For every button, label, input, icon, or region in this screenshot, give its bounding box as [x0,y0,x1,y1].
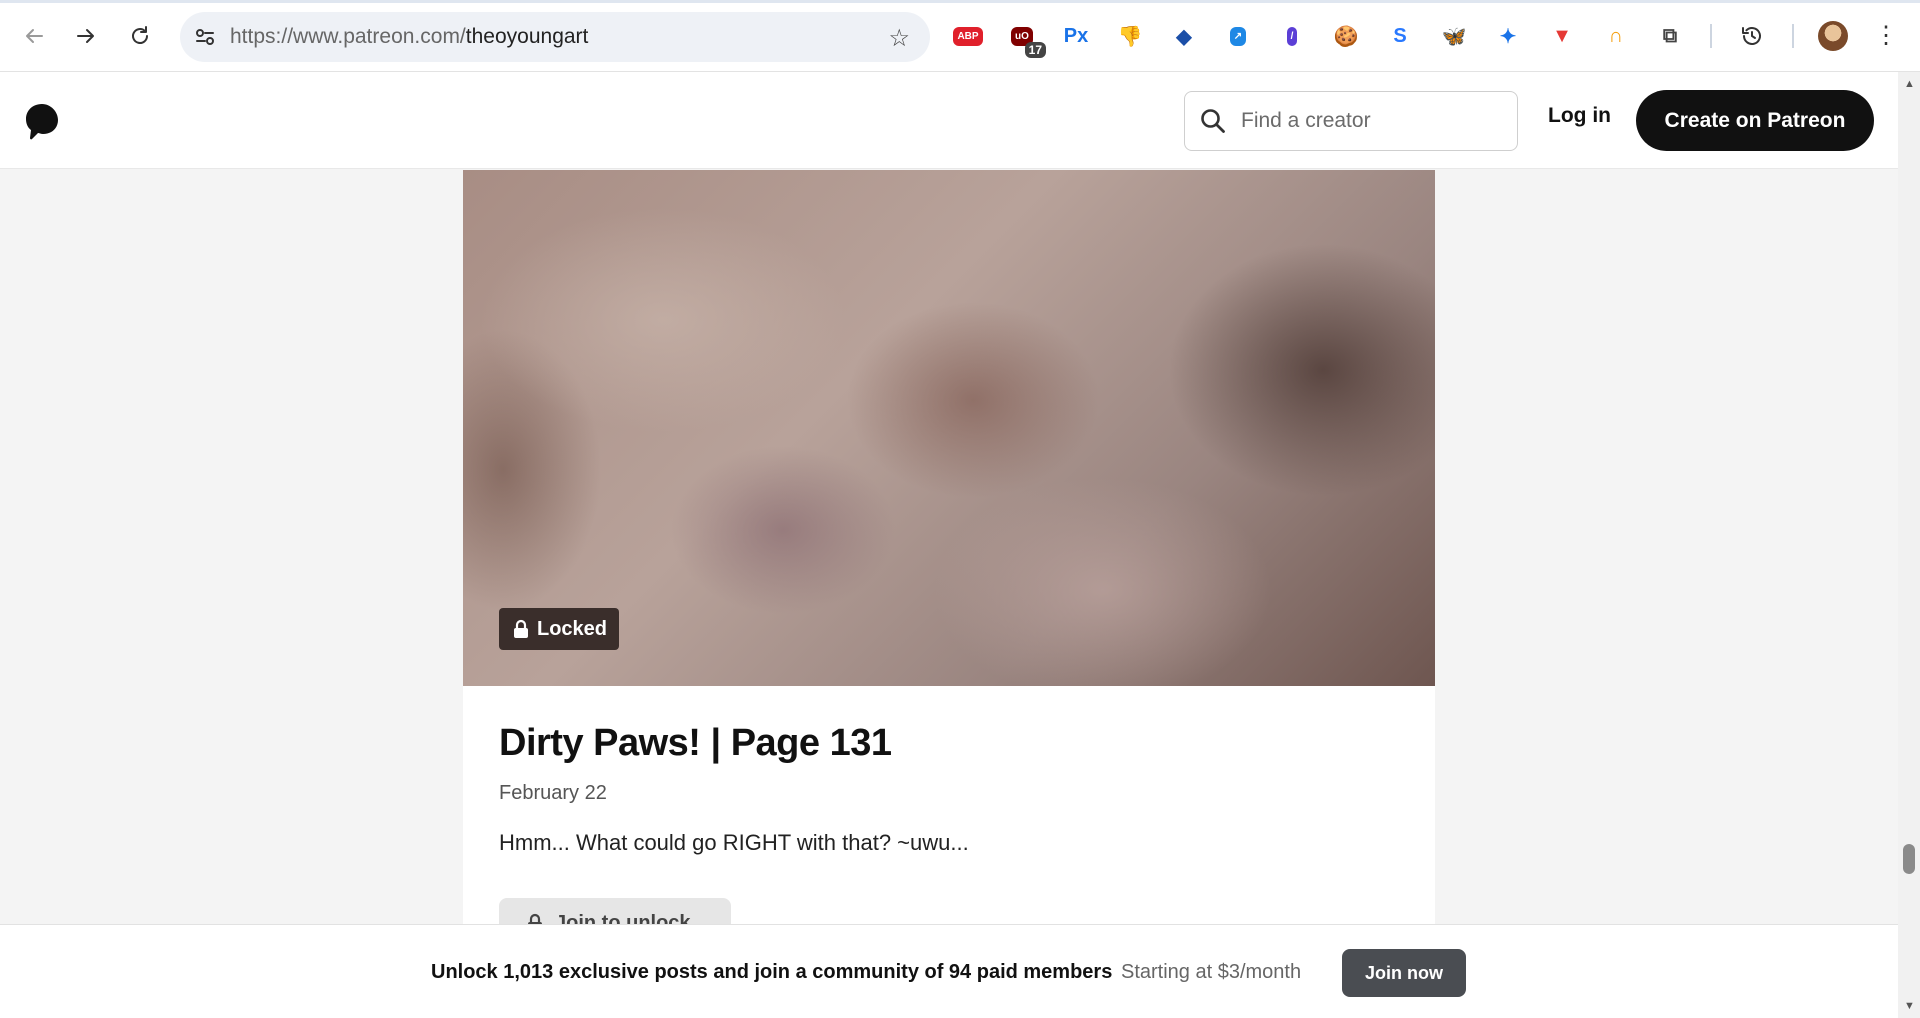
site-settings-icon[interactable] [180,12,230,62]
post-excerpt: Hmm... What could go RIGHT with that? ~u… [499,830,969,855]
forward-arrow-icon [77,29,94,43]
cookie-icon[interactable]: 🍪 [1328,18,1364,54]
butterfly-extension-glyph: ✦ [1499,25,1517,48]
login-link[interactable]: Log in [1548,104,1611,128]
arrow-extension-icon[interactable]: ↗ [1220,18,1256,54]
create-on-patreon-button[interactable]: Create on Patreon [1636,90,1874,151]
join-to-unlock-button[interactable]: Join to unlock [499,898,731,924]
join-now-button[interactable]: Join now [1342,949,1466,997]
lock-icon [514,619,528,638]
tab-strip-edge [0,0,1920,3]
browser-toolbar: https://www.patreon.com/theoyoungart ☆ A… [0,0,1920,72]
browser-menu-button[interactable]: ⋮ [1868,18,1904,54]
puzzle-icon[interactable]: ⧉ [1652,18,1688,54]
bitwarden-icon[interactable]: ◆ [1166,18,1202,54]
abp-icon[interactable]: ABP [950,18,986,54]
site-header: Log in Create on Patreon [0,72,1898,169]
back-arrow-icon [26,29,43,43]
bookmark-star-icon[interactable]: ☆ [888,24,910,53]
join-banner: Unlock 1,013 exclusive posts and join a … [0,924,1898,1018]
post-title[interactable]: Dirty Paws! | Page 131 [499,722,892,765]
toolbar-divider [1710,24,1712,48]
reload-button[interactable] [122,18,158,54]
scroll-up-arrow-icon[interactable]: ▲ [1904,78,1915,90]
ublock-icon[interactable]: uO 17 [1004,18,1046,58]
pixiv-px-icon[interactable]: Px [1058,18,1094,54]
history-icon [1742,27,1761,45]
locked-label: Locked [537,617,608,640]
search-input[interactable] [1241,109,1501,133]
abp-glyph: ABP [953,26,983,46]
join-banner-text: Unlock 1,013 exclusive posts and join a … [431,961,1113,983]
orange-extension-glyph: ∩ [1608,24,1624,47]
toolbar-divider-2 [1792,24,1794,48]
forward-button[interactable] [68,18,104,54]
thumbs-down-icon[interactable]: 👎 [1112,18,1148,54]
reload-icon [132,26,148,44]
lock-icon [528,913,542,924]
unlock-label: Join to unlock [555,911,691,925]
locked-badge: Locked [499,608,620,650]
shield-extension-glyph: ▼ [1552,24,1572,47]
post-date[interactable]: February 22 [499,782,607,805]
sync-extension-icon[interactable]: S [1382,18,1418,54]
url-prefix: https://www.patreon.com/ [230,25,466,48]
cookie-glyph: 🍪 [1333,25,1359,48]
puzzle-glyph: ⧉ [1662,24,1678,47]
profile-avatar[interactable] [1818,21,1848,51]
url-text: https://www.patreon.com/theoyoungart [230,25,588,49]
pen-extension-icon[interactable]: / [1274,18,1310,54]
extension-badge-count: 17 [1024,42,1046,58]
price-text: Starting at $3/month [1121,961,1302,983]
sync-extension-glyph: S [1393,24,1407,47]
page-scrollbar[interactable]: ▲ ▼ [1898,72,1920,1018]
bitwarden-glyph: ◆ [1176,25,1192,48]
back-button[interactable] [16,18,52,54]
butterfly-extension-icon[interactable]: ✦ [1490,18,1526,54]
kebab-menu-icon: ⋮ [1874,22,1898,49]
orange-extension-icon[interactable]: ∩ [1598,18,1634,54]
pixiv-px-glyph: Px [1063,24,1089,47]
history-button[interactable] [1734,18,1770,54]
creator-search[interactable] [1184,91,1518,151]
address-bar[interactable]: https://www.patreon.com/theoyoungart ☆ [180,12,930,62]
search-icon [1185,91,1241,151]
thumbs-down-glyph: 👎 [1117,25,1143,48]
patreon-logo[interactable] [24,102,60,140]
arrow-extension-glyph: ↗ [1229,26,1247,46]
url-path: theoyoungart [465,25,589,48]
post-card: Locked Dirty Paws! | Page 131 February 2… [463,170,1435,924]
post-image-blurred[interactable]: Locked [463,170,1435,686]
scroll-down-arrow-icon[interactable]: ▼ [1904,1000,1915,1012]
bluesky-glyph: 🦋 [1441,25,1467,48]
shield-extension-icon[interactable]: ▼ [1544,18,1580,54]
scrollbar-thumb[interactable] [1903,844,1915,874]
bluesky-icon[interactable]: 🦋 [1436,18,1472,54]
patreon-logo-icon [26,104,58,140]
pen-extension-glyph: / [1286,26,1298,46]
